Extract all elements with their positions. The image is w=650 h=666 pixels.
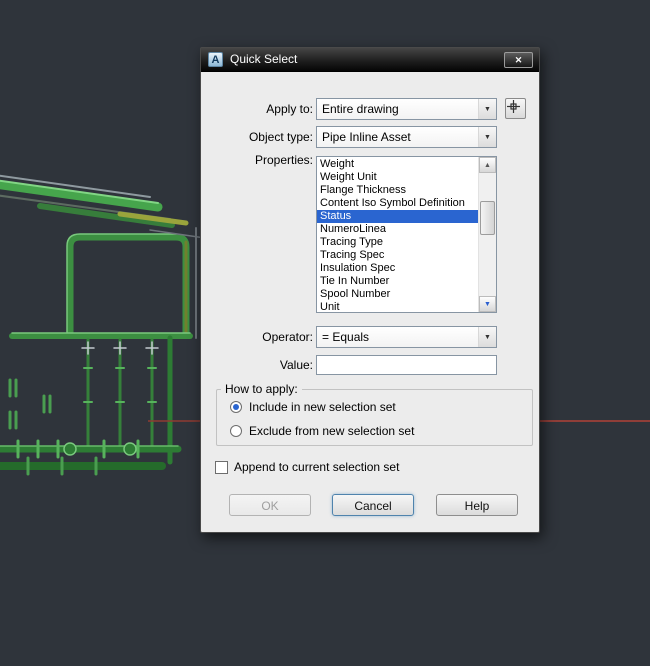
object-type-value: Pipe Inline Asset xyxy=(322,130,411,144)
scroll-down-button[interactable]: ▼ xyxy=(479,296,496,312)
apply-to-dropdown[interactable]: Entire drawing ▼ xyxy=(316,98,497,120)
select-objects-button[interactable] xyxy=(505,98,526,119)
properties-scrollbar[interactable]: ▲ ▼ xyxy=(478,157,496,312)
list-item[interactable]: Unit xyxy=(317,301,478,312)
chevron-glyph: ▼ xyxy=(484,333,491,341)
app-icon-letter: A xyxy=(211,54,220,66)
titlebar[interactable]: A Quick Select ✕ xyxy=(201,48,539,72)
chevron-glyph: ▼ xyxy=(484,105,491,113)
how-to-apply-label: How to apply: xyxy=(221,382,302,396)
list-item-selected[interactable]: Status xyxy=(317,210,478,223)
chevron-down-icon: ▼ xyxy=(478,127,496,147)
operator-dropdown[interactable]: = Equals ▼ xyxy=(316,326,497,348)
ok-button[interactable]: OK xyxy=(229,494,311,516)
cad-viewport[interactable]: A Quick Select ✕ Apply to: Entire drawin… xyxy=(0,0,650,666)
object-type-dropdown[interactable]: Pipe Inline Asset ▼ xyxy=(316,126,497,148)
apply-to-label: Apply to: xyxy=(266,102,313,116)
scrollbar-thumb[interactable] xyxy=(480,201,495,235)
value-input[interactable] xyxy=(316,355,497,375)
chevron-down-icon: ▼ xyxy=(478,327,496,347)
list-item[interactable]: Weight xyxy=(317,158,478,171)
list-item[interactable]: Spool Number xyxy=(317,288,478,301)
object-type-label: Object type: xyxy=(248,130,313,144)
apply-to-value: Entire drawing xyxy=(322,102,399,116)
select-objects-icon xyxy=(507,100,520,113)
dialog-title: Quick Select xyxy=(230,52,298,66)
radio-unselected-icon xyxy=(230,425,242,437)
radio-selected-icon xyxy=(230,401,242,413)
list-item[interactable]: Content Iso Symbol Definition xyxy=(317,197,478,210)
checkbox-unchecked-icon xyxy=(215,460,228,474)
list-item[interactable]: NumeroLinea xyxy=(317,223,478,236)
chevron-glyph: ▼ xyxy=(484,133,491,141)
scroll-up-button[interactable]: ▲ xyxy=(479,157,496,173)
pipe-mid-run-valves xyxy=(8,332,193,448)
append-selection-label: Append to current selection set xyxy=(234,460,400,474)
value-label: Value: xyxy=(279,358,313,372)
properties-label: Properties: xyxy=(254,153,313,167)
quick-select-dialog: A Quick Select ✕ Apply to: Entire drawin… xyxy=(200,47,540,533)
operator-value: = Equals xyxy=(322,330,370,344)
close-icon: ✕ xyxy=(514,55,523,65)
triangle-up-icon: ▲ xyxy=(484,161,491,169)
list-item[interactable]: Tracing Type xyxy=(317,236,478,249)
close-button[interactable]: ✕ xyxy=(504,52,533,68)
list-item[interactable]: Tracing Spec xyxy=(317,249,478,262)
radio-include-label: Include in new selection set xyxy=(249,400,396,414)
operator-label: Operator: xyxy=(262,330,313,344)
cancel-button[interactable]: Cancel xyxy=(332,494,414,516)
radio-include-new-selection[interactable]: Include in new selection set xyxy=(230,400,396,414)
chevron-down-icon: ▼ xyxy=(478,99,496,119)
triangle-down-icon: ▼ xyxy=(484,300,491,308)
help-button[interactable]: Help xyxy=(436,494,518,516)
pipe-portal-frame xyxy=(66,227,206,339)
list-item[interactable]: Flange Thickness xyxy=(317,184,478,197)
properties-list: Weight Weight Unit Flange Thickness Cont… xyxy=(317,157,478,312)
radio-exclude-new-selection[interactable]: Exclude from new selection set xyxy=(230,424,414,438)
list-item[interactable]: Weight Unit xyxy=(317,171,478,184)
app-icon: A xyxy=(208,52,223,67)
list-item[interactable]: Tie In Number xyxy=(317,275,478,288)
radio-exclude-label: Exclude from new selection set xyxy=(249,424,415,438)
pipe-rack-top xyxy=(0,174,189,228)
list-item[interactable]: Insulation Spec xyxy=(317,262,478,275)
properties-listbox[interactable]: Weight Weight Unit Flange Thickness Cont… xyxy=(316,156,497,313)
append-selection-checkbox-row[interactable]: Append to current selection set xyxy=(215,460,399,474)
